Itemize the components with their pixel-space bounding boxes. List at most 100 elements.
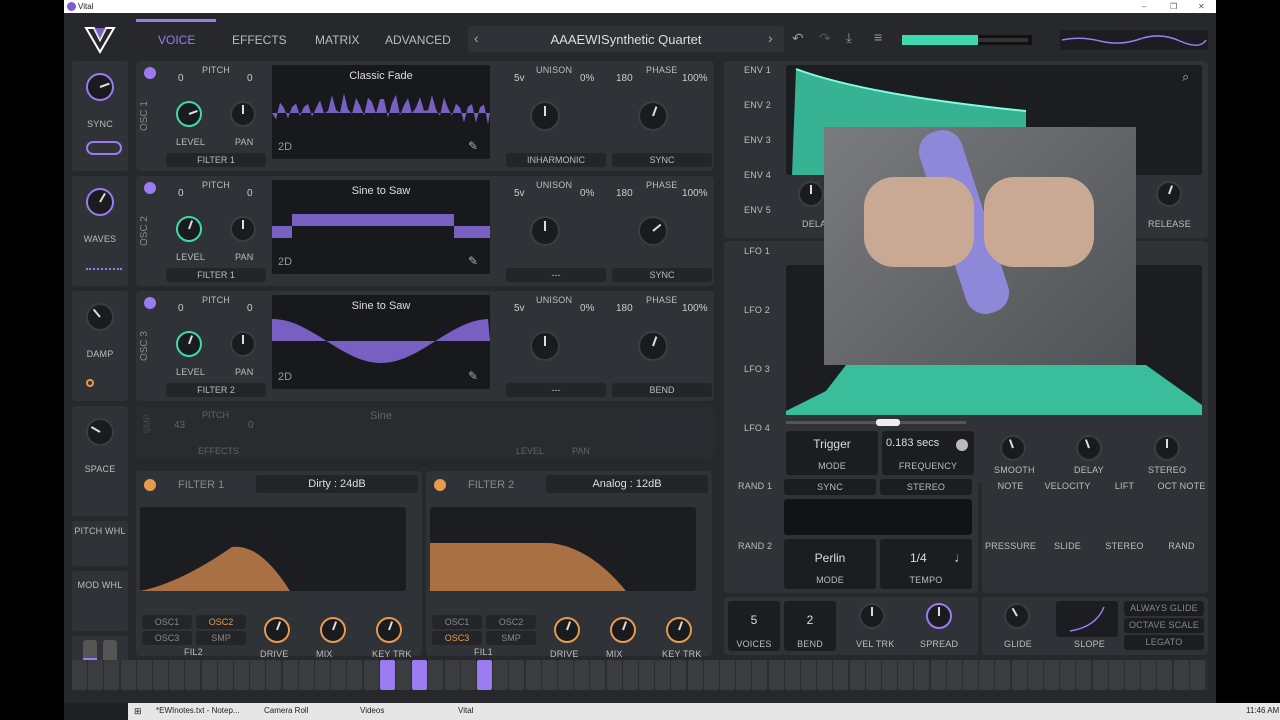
keyboard-key[interactable] (1028, 660, 1043, 690)
keyboard-key[interactable] (347, 660, 362, 690)
filter-route-smp[interactable]: SMP (486, 631, 536, 645)
env-release-knob[interactable] (1156, 181, 1182, 207)
tempo-icon[interactable] (956, 439, 968, 451)
distortion-select[interactable]: BEND (612, 383, 712, 397)
osc-pan-knob[interactable] (230, 331, 256, 357)
close-button[interactable]: ✕ (1198, 0, 1205, 13)
mod-source-lift[interactable]: LIFT (1096, 481, 1153, 491)
voices-value[interactable]: 5 (728, 613, 780, 627)
keyboard-key[interactable] (364, 660, 379, 690)
filter-keytrk-knob[interactable] (376, 617, 402, 643)
maximize-button[interactable]: ❐ (1170, 0, 1177, 13)
keyboard-key[interactable] (931, 660, 946, 690)
mod-source-oct-note[interactable]: OCT NOTE (1153, 481, 1210, 491)
keyboard-key[interactable] (1174, 660, 1189, 690)
keyboard-key[interactable] (688, 660, 703, 690)
phase-value[interactable]: 180 (616, 303, 633, 314)
lfo-frequency[interactable]: 0.183 secs FREQUENCY (882, 431, 974, 475)
unison-voices[interactable]: 5v (514, 73, 525, 84)
env-tab-4[interactable]: ENV 4 (744, 170, 771, 180)
octave-scale-toggle[interactable]: OCTAVE SCALE (1124, 618, 1204, 633)
keyboard-key[interactable] (218, 660, 233, 690)
volume-meter[interactable] (902, 35, 1032, 45)
filter-model[interactable]: Analog : 12dB (546, 478, 708, 490)
taskbar-item[interactable]: Vital (458, 706, 473, 715)
edit-icon[interactable]: ✎ (468, 139, 478, 153)
keyboard-key[interactable] (445, 660, 460, 690)
keyboard-key[interactable] (72, 660, 87, 690)
filter-route-osc3[interactable]: OSC3 (432, 631, 482, 645)
keyboard-key[interactable] (299, 660, 314, 690)
save-icon[interactable]: ⤓ (846, 30, 852, 46)
preset-next-button[interactable]: › (768, 30, 773, 46)
keyboard-key[interactable] (461, 660, 476, 690)
wavetable-name[interactable]: Classic Fade (272, 70, 490, 82)
taskbar-item[interactable]: Videos (360, 706, 384, 715)
osc-level-knob[interactable] (176, 331, 202, 357)
keyboard-key[interactable] (898, 660, 913, 690)
unison-detune[interactable]: 0% (580, 303, 594, 314)
edit-icon[interactable]: ✎ (468, 369, 478, 383)
keyboard-key[interactable] (266, 660, 281, 690)
keyboard-key[interactable] (833, 660, 848, 690)
macro-mod-source[interactable] (86, 260, 122, 270)
osc-level-knob[interactable] (176, 216, 202, 242)
keyboard-key[interactable] (380, 660, 395, 690)
keyboard-key[interactable] (1044, 660, 1059, 690)
keyboard-key[interactable] (121, 660, 136, 690)
mod-source-slide[interactable]: SLIDE (1039, 541, 1096, 551)
env-tab-1[interactable]: ENV 1 (744, 65, 771, 75)
osc-filter-select[interactable]: FILTER 2 (166, 383, 266, 397)
keyboard-key[interactable] (785, 660, 800, 690)
mod-source-stereo[interactable]: STEREO (1096, 541, 1153, 551)
slope-graph[interactable] (1056, 601, 1118, 637)
undo-icon[interactable]: ↶ (792, 30, 804, 47)
mod-source-note[interactable]: NOTE (982, 481, 1039, 491)
wavetable-name[interactable]: Sine to Saw (272, 185, 490, 197)
zoom-icon[interactable]: ⌕ (1182, 69, 1189, 85)
env-tab-5[interactable]: ENV 5 (744, 205, 771, 215)
filter-power-toggle[interactable] (144, 479, 156, 491)
lfo-tab-1[interactable]: LFO 1 (744, 246, 770, 256)
mod-source-rand[interactable]: RAND (1153, 541, 1210, 551)
taskbar-item[interactable]: *EWInotes.txt - Notep... (156, 706, 240, 715)
rand-2-tab[interactable]: RAND 2 (738, 541, 772, 551)
tab-advanced[interactable]: ADVANCED (385, 33, 451, 47)
keyboard-key[interactable] (558, 660, 573, 690)
keyboard-key[interactable] (995, 660, 1010, 690)
distortion-select[interactable]: SYNC (612, 268, 712, 282)
osc-level-knob[interactable] (176, 101, 202, 127)
filter-model-select[interactable]: Dirty : 24dB (256, 475, 418, 493)
env-tab-3[interactable]: ENV 3 (744, 135, 771, 145)
phase-pct[interactable]: 100% (682, 188, 708, 199)
macro-knob[interactable] (86, 188, 114, 216)
wavetable-display[interactable]: Classic Fade 2D ✎ (272, 65, 490, 159)
mod-source-velocity[interactable]: VELOCITY (1039, 481, 1096, 491)
keyboard-key[interactable] (1012, 660, 1027, 690)
osc-pitch-right[interactable]: 0 (247, 188, 253, 199)
taskbar-item[interactable]: Camera Roll (264, 706, 308, 715)
filter-route-osc1[interactable]: OSC1 (432, 615, 482, 629)
osc-pitch-left[interactable]: 0 (178, 303, 184, 314)
keyboard-key[interactable] (817, 660, 832, 690)
filter-response-graph[interactable] (140, 507, 406, 591)
bend-box[interactable]: 2 BEND (784, 601, 836, 651)
env-tab-2[interactable]: ENV 2 (744, 100, 771, 110)
wavetable-name[interactable]: Sine to Saw (272, 300, 490, 312)
glide-knob[interactable] (1004, 603, 1030, 629)
sampler-pitch-left[interactable]: 43 (174, 420, 185, 431)
keyboard-key[interactable] (801, 660, 816, 690)
phase-knob[interactable] (638, 216, 668, 246)
osc-power-toggle[interactable] (144, 67, 156, 79)
keyboard-key[interactable] (493, 660, 508, 690)
rand-style[interactable]: Perlin MODE (784, 539, 876, 589)
vel-trk-knob[interactable] (859, 603, 885, 629)
filter-route-osc3[interactable]: OSC3 (142, 631, 192, 645)
keyboard-key[interactable] (412, 660, 427, 690)
keyboard-key[interactable] (623, 660, 638, 690)
unison-knob[interactable] (530, 216, 560, 246)
distortion-select[interactable]: SYNC (612, 153, 712, 167)
sampler-pitch-right[interactable]: 0 (248, 420, 254, 431)
redo-icon[interactable]: ↷ (819, 30, 831, 47)
osc-pan-knob[interactable] (230, 216, 256, 242)
